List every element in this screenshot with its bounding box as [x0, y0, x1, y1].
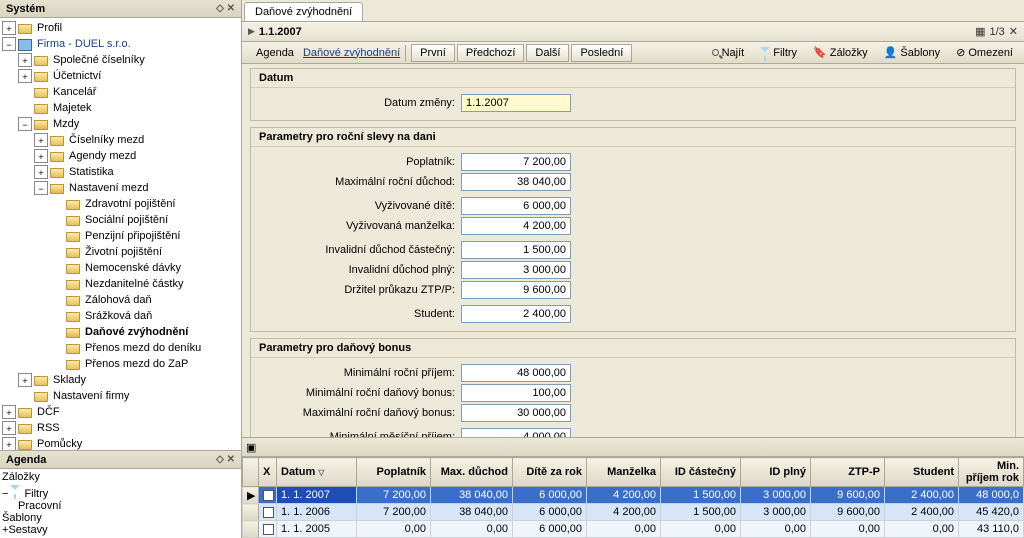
tree-sklady[interactable]: +Sklady	[0, 372, 241, 388]
tree-pzap[interactable]: Přenos mezd do ZaP	[0, 356, 241, 372]
agenda-sestavy[interactable]: +Sestavy	[0, 524, 241, 536]
grid-icon[interactable]: ▦	[975, 25, 985, 38]
col-stud[interactable]: Student	[885, 458, 959, 487]
tree-stat[interactable]: +Statistika	[0, 164, 241, 180]
tree-agmezd[interactable]: +Agendy mezd	[0, 148, 241, 164]
table-row[interactable]: ▶ 1. 1. 2007 7 200,0038 040,00 6 000,004…	[243, 487, 1024, 504]
system-panel-header: Systém ◇ ✕	[0, 0, 241, 18]
tree-mzdy[interactable]: −Mzdy	[0, 116, 241, 132]
sort-desc-icon: ▽	[318, 468, 324, 477]
tree-spolecne[interactable]: +Společné číselníky	[0, 52, 241, 68]
tree-nezd[interactable]: Nezdanitelné částky	[0, 276, 241, 292]
col-maxduch[interactable]: Max. důchod	[431, 458, 513, 487]
tree-profil[interactable]: +Profil	[0, 20, 241, 36]
tree-penz[interactable]: Penzijní připojištění	[0, 228, 241, 244]
agenda-zalozky[interactable]: Záložky	[0, 471, 241, 483]
tree-pom[interactable]: +Pomůcky	[0, 436, 241, 450]
grid-select-icon[interactable]: ▣	[246, 441, 256, 454]
templates-button[interactable]: 👤Šablony	[877, 43, 947, 62]
tree-sraz[interactable]: Srážková daň	[0, 308, 241, 324]
table-row[interactable]: 1. 1. 2006 7 200,0038 040,00 6 000,004 2…	[243, 504, 1024, 521]
tree-majetek[interactable]: Majetek	[0, 100, 241, 116]
datum-zmeny-label: Datum změny:	[261, 97, 461, 109]
tree-pden[interactable]: Přenos mezd do deníku	[0, 340, 241, 356]
datum-zmeny-input[interactable]	[461, 94, 571, 112]
record-counter: 1/3	[989, 26, 1004, 38]
col-idc[interactable]: ID částečný	[661, 458, 741, 487]
col-datum[interactable]: Datum▽	[277, 458, 357, 487]
col-poplatnik[interactable]: Poplatník	[357, 458, 431, 487]
limit-button[interactable]: ⊘Omezení	[949, 43, 1020, 62]
tree-ucet[interactable]: +Účetnictví	[0, 68, 241, 84]
ztp-input[interactable]	[461, 281, 571, 299]
group-bonus-title: Parametry pro daňový bonus	[251, 339, 1015, 358]
group-datum-title: Datum	[251, 69, 1015, 88]
agenda-button[interactable]: Agenda	[246, 44, 301, 62]
date-expand-icon[interactable]: ▶	[248, 26, 255, 37]
tree-zdrav[interactable]: Zdravotní pojištění	[0, 196, 241, 212]
system-tree[interactable]: +Profil −Firma - DUEL s.r.o. +Společné č…	[0, 18, 241, 450]
data-grid[interactable]: X Datum▽ Poplatník Max. důchod Dítě za r…	[242, 457, 1024, 538]
tree-dan[interactable]: Daňové zvýhodnění	[0, 324, 241, 340]
tree-cismezd[interactable]: +Číselníky mezd	[0, 132, 241, 148]
maxduch-input[interactable]	[461, 173, 571, 191]
col-idp[interactable]: ID plný	[741, 458, 811, 487]
agenda-tree[interactable]: Záložky −Filtry Pracovní Šablony +Sestav…	[0, 469, 241, 538]
bookmarks-button[interactable]: 🔖Záložky	[806, 43, 875, 62]
tree-dcf[interactable]: +DČF	[0, 404, 241, 420]
date-heading: 1.1.2007	[259, 26, 302, 38]
col-minp[interactable]: Min. příjem rok	[959, 458, 1024, 487]
row-checkbox[interactable]	[263, 524, 274, 535]
invc-input[interactable]	[461, 241, 571, 259]
col-dite[interactable]: Dítě za rok	[513, 458, 587, 487]
tree-kanc[interactable]: Kancelář	[0, 84, 241, 100]
minroc-input[interactable]	[461, 364, 571, 382]
tree-soc[interactable]: Sociální pojištění	[0, 212, 241, 228]
agenda-pracovni[interactable]: Pracovní	[0, 500, 241, 512]
maxrbon-input[interactable]	[461, 404, 571, 422]
agenda-pin-icon[interactable]: ◇ ✕	[216, 454, 235, 465]
panel-pin-icon[interactable]: ◇ ✕	[216, 3, 235, 14]
find-button[interactable]: Najít	[705, 44, 752, 62]
nav-last[interactable]: Poslední	[571, 44, 632, 62]
col-manz[interactable]: Manželka	[587, 458, 661, 487]
tree-nem[interactable]: Nemocenské dávky	[0, 260, 241, 276]
group-slevy-title: Parametry pro roční slevy na dani	[251, 128, 1015, 147]
agenda-panel-header: Agenda ◇ ✕	[0, 451, 241, 469]
dite-input[interactable]	[461, 197, 571, 215]
close-icon[interactable]: ✕	[1009, 25, 1018, 38]
filter-button[interactable]: Filtry	[753, 44, 804, 62]
tree-zal[interactable]: Zálohová daň	[0, 292, 241, 308]
agenda-link[interactable]: Daňové zvýhodnění	[303, 47, 400, 59]
minmes-input[interactable]	[461, 428, 571, 437]
nav-prev[interactable]: Předchozí	[457, 44, 525, 62]
minrbon-input[interactable]	[461, 384, 571, 402]
tab-main[interactable]: Daňové zvýhodnění	[244, 2, 363, 21]
tree-rss[interactable]: +RSS	[0, 420, 241, 436]
nav-next[interactable]: Další	[526, 44, 569, 62]
tree-ziv[interactable]: Životní pojištění	[0, 244, 241, 260]
col-x[interactable]: X	[259, 458, 277, 487]
tree-nastfir[interactable]: Nastavení firmy	[0, 388, 241, 404]
agenda-sablony[interactable]: Šablony	[0, 512, 241, 524]
row-checkbox[interactable]	[263, 507, 274, 518]
stud-input[interactable]	[461, 305, 571, 323]
tree-nast[interactable]: −Nastavení mezd	[0, 180, 241, 196]
tree-firma[interactable]: −Firma - DUEL s.r.o.	[0, 36, 241, 52]
invp-input[interactable]	[461, 261, 571, 279]
poplatnik-input[interactable]	[461, 153, 571, 171]
manz-input[interactable]	[461, 217, 571, 235]
row-checkbox[interactable]	[263, 490, 274, 501]
nav-first[interactable]: První	[411, 44, 455, 62]
table-row[interactable]: 1. 1. 2005 0,000,00 6 000,000,00 0,000,0…	[243, 521, 1024, 538]
agenda-filtry[interactable]: −Filtry	[0, 483, 241, 500]
col-ztp[interactable]: ZTP-P	[811, 458, 885, 487]
